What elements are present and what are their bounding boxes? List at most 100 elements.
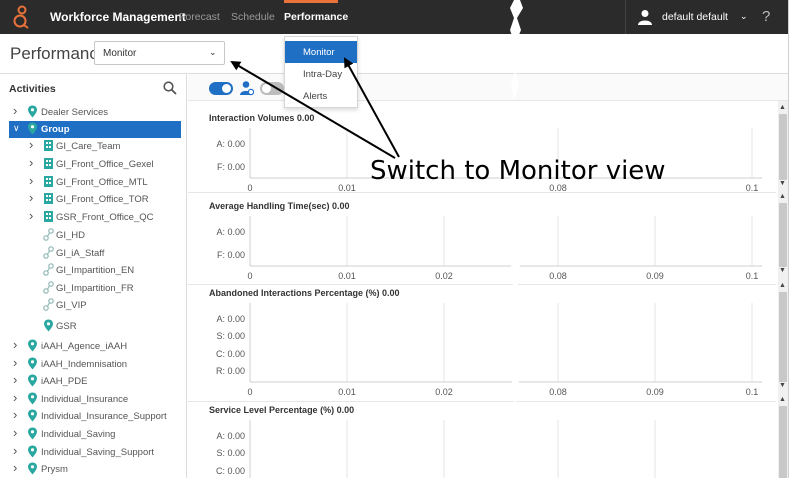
tree-item[interactable]: ∨ Group	[9, 121, 181, 138]
tree-item-label: GI_HD	[56, 230, 86, 241]
chart-plot: A: 0.00 F: 0.00 0 0.01 0.02 0.08 0.09 0.1	[216, 216, 762, 281]
x-tick-label: 0.09	[646, 271, 664, 281]
menu-item-alerts[interactable]: Alerts	[285, 85, 357, 107]
chevron-right-icon[interactable]: ›	[13, 355, 17, 370]
kpi-chart: Average Handling Time(sec) 0.00 A: 0.00 F:…	[188, 201, 776, 285]
tree-item[interactable]: › Individual_Saving_Support	[0, 443, 187, 461]
category-label: C: 0.00	[216, 466, 245, 476]
tree-item-label: GI_iA_Staff	[56, 248, 105, 259]
user-menu[interactable]: default default ⌄	[625, 0, 758, 34]
location-pin-icon	[27, 374, 38, 387]
chevron-right-icon[interactable]: ›	[13, 460, 17, 475]
app-title: Workforce Management	[50, 10, 186, 24]
tree-item[interactable]: GI_iA_Staff	[0, 245, 187, 262]
x-tick-label: 0.01	[338, 387, 356, 397]
chevron-down-icon[interactable]: ∨	[13, 123, 20, 134]
x-tick-label: 0.01	[338, 271, 356, 281]
scroll-up-icon[interactable]: ▲	[779, 282, 786, 289]
scrollbar-thumb[interactable]	[779, 292, 787, 382]
chevron-right-icon[interactable]: ›	[29, 173, 33, 188]
category-label: S: 0.00	[216, 331, 245, 341]
tree-item[interactable]: › iAAH_Indemnisation	[0, 355, 187, 373]
scrollbar-thumb[interactable]	[779, 406, 787, 478]
genesys-logo-icon[interactable]	[10, 4, 34, 30]
chart-plot: A: 0.00 S: 0.00 C: 0.00	[216, 420, 656, 478]
tree-item[interactable]: › GI_Front_Office_Gexel	[0, 155, 187, 173]
tree-item[interactable]: GI_Impartition_EN	[0, 262, 187, 279]
view-toggle-on[interactable]	[209, 82, 233, 95]
x-tick-label: 0.02	[435, 387, 453, 397]
x-tick-label: 0.01	[338, 183, 356, 191]
tree-item[interactable]: › Dealer Services	[0, 103, 187, 121]
agent-icon[interactable]	[240, 80, 254, 96]
tree-item[interactable]: › GI_Front_Office_MTL	[0, 173, 187, 191]
chevron-right-icon[interactable]: ›	[13, 425, 17, 440]
tree-item[interactable]: GSR	[0, 318, 187, 335]
view-toggle-off[interactable]	[260, 82, 284, 95]
x-tick-label: 0.08	[549, 387, 567, 397]
tree-item-label: GI_Front_Office_MTL	[56, 177, 148, 188]
tree-item[interactable]: › Prysm	[0, 460, 187, 478]
chevron-right-icon[interactable]: ›	[13, 443, 17, 458]
chevron-right-icon[interactable]: ›	[29, 208, 33, 223]
tree-item[interactable]: › GI_Care_Team	[0, 137, 187, 155]
tree-item-label: iAAH_Agence_iAAH	[41, 341, 128, 352]
location-pin-icon	[43, 319, 54, 332]
tree-item-label: Group	[41, 124, 70, 135]
menu-item-monitor[interactable]: Monitor	[285, 41, 357, 63]
nav-performance[interactable]: Performance	[284, 11, 348, 23]
tree-item-label: iAAH_Indemnisation	[41, 359, 128, 370]
chevron-right-icon[interactable]: ›	[13, 103, 17, 118]
activity-link-icon	[43, 228, 54, 241]
scroll-up-icon[interactable]: ▲	[779, 396, 786, 403]
location-pin-icon	[27, 339, 38, 352]
x-tick-label: 0.1	[746, 271, 759, 281]
chart-separator	[188, 401, 776, 402]
menu-item-intra-day[interactable]: Intra-Day	[285, 63, 357, 85]
nav-forecast[interactable]: Forecast	[179, 11, 220, 23]
view-select[interactable]: Monitor ⌄	[94, 41, 225, 65]
chart-plot: A: 0.00 S: 0.00 C: 0.00 R: 0.00 0 0.01 0.02 0.0…	[216, 303, 762, 397]
help-icon[interactable]: ?	[762, 8, 770, 25]
scroll-down-icon[interactable]: ▼	[779, 180, 786, 187]
tree-item[interactable]: › Individual_Insurance_Support	[0, 407, 187, 425]
tree-item[interactable]: › iAAH_Agence_iAAH	[0, 337, 187, 355]
chevron-right-icon[interactable]: ›	[29, 137, 33, 152]
tree-item[interactable]: › Individual_Insurance	[0, 390, 187, 408]
active-nav-indicator	[284, 0, 338, 3]
x-tick-label: 0.1	[746, 183, 759, 191]
building-icon	[43, 139, 54, 152]
tree-item-label: GI_Front_Office_TOR	[56, 194, 149, 205]
scrollbar-thumb[interactable]	[779, 114, 787, 180]
activity-link-icon	[43, 298, 54, 311]
category-label: A: 0.00	[216, 314, 245, 324]
chevron-right-icon[interactable]: ›	[29, 155, 33, 170]
tree-item[interactable]: › Individual_Saving	[0, 425, 187, 443]
scroll-up-icon[interactable]: ▲	[779, 104, 786, 111]
chevron-right-icon[interactable]: ›	[13, 372, 17, 387]
tree-item[interactable]: GI_Impartition_FR	[0, 280, 187, 297]
chevron-right-icon[interactable]: ›	[13, 337, 17, 352]
x-tick-label: 0.1	[746, 387, 759, 397]
location-pin-icon	[27, 392, 38, 405]
scroll-down-icon[interactable]: ▼	[779, 382, 786, 389]
scrollbar-thumb[interactable]	[779, 203, 787, 267]
tree-item[interactable]: › iAAH_PDE	[0, 372, 187, 390]
tree-item[interactable]: › GI_Front_Office_TOR	[0, 190, 187, 208]
activities-title: Activities	[9, 83, 56, 95]
search-icon[interactable]	[163, 81, 177, 95]
tree-item[interactable]: GI_HD	[0, 227, 187, 244]
activity-link-icon	[43, 246, 54, 259]
user-name: default default	[662, 11, 728, 23]
scroll-up-icon[interactable]: ▲	[779, 193, 786, 200]
location-pin-icon	[27, 105, 38, 118]
chevron-right-icon[interactable]: ›	[29, 190, 33, 205]
tree-item[interactable]: GI_VIP	[0, 297, 187, 314]
tree-item[interactable]: › GSR_Front_Office_QC	[0, 208, 187, 226]
chevron-down-icon: ⌄	[209, 47, 217, 57]
location-pin-icon	[27, 427, 38, 440]
nav-schedule[interactable]: Schedule	[231, 11, 275, 23]
chevron-right-icon[interactable]: ›	[13, 390, 17, 405]
scroll-down-icon[interactable]: ▼	[779, 267, 786, 274]
chevron-right-icon[interactable]: ›	[13, 407, 17, 422]
